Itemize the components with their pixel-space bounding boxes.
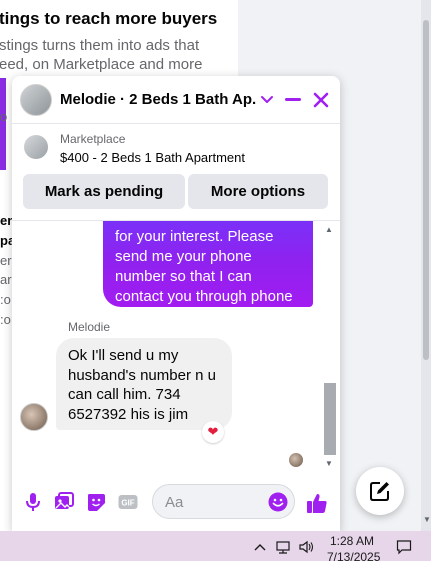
gif-icon[interactable]: GIF: [118, 492, 138, 512]
photo-icon[interactable]: [54, 492, 74, 512]
mark-as-pending-button[interactable]: Mark as pending: [23, 174, 185, 209]
listing-thumbnail[interactable]: [24, 135, 48, 159]
boost-card-line-1: stings turns them into ads that: [0, 37, 200, 54]
chevron-down-icon[interactable]: [260, 89, 274, 109]
volume-icon[interactable]: [298, 539, 314, 555]
listing-price-title[interactable]: $400 - 2 Beds 1 Bath Apartment: [60, 150, 245, 165]
bg-fragment-ar: ar: [0, 272, 12, 287]
compose-icon: [370, 482, 389, 501]
bg-fragment-co: :o: [0, 292, 11, 307]
listing-avatar[interactable]: [20, 84, 52, 116]
notifications-icon[interactable]: [396, 539, 412, 555]
thumbs-up-icon[interactable]: [306, 492, 328, 514]
scroll-down-icon[interactable]: ▼: [325, 459, 333, 468]
marketplace-label: Marketplace: [60, 132, 126, 146]
boost-card-description: stings turns them into ads that eed, on …: [0, 36, 239, 74]
minimize-icon[interactable]: [285, 98, 301, 101]
emoji-icon[interactable]: [268, 492, 288, 512]
message-composer: GIF: [12, 479, 340, 523]
new-message-button[interactable]: [356, 467, 404, 515]
messenger-chat-window: Melodie · 2 Beds 1 Bath Ap... Marketplac…: [12, 76, 340, 531]
boost-card-heading: tings to reach more buyers: [0, 9, 218, 28]
network-icon[interactable]: [275, 539, 291, 555]
message-input-box[interactable]: [152, 484, 295, 519]
bg-fragment-co-2: :o: [0, 312, 11, 327]
sender-avatar[interactable]: [20, 403, 48, 431]
taskbar: 1:28 AM 7/13/2025: [0, 531, 431, 561]
taskbar-time[interactable]: 1:28 AM: [327, 534, 377, 548]
chat-scrollbar-thumb[interactable]: [324, 383, 336, 455]
show-hidden-icons-icon[interactable]: [252, 539, 268, 555]
page-scrollbar-thumb[interactable]: [423, 20, 429, 360]
svg-text:GIF: GIF: [121, 499, 134, 508]
listing-summary[interactable]: Marketplace $400 - 2 Beds 1 Bath Apartme…: [12, 125, 340, 169]
taskbar-date[interactable]: 7/13/2025: [327, 550, 380, 561]
chat-title[interactable]: Melodie · 2 Beds 1 Bath Ap...: [60, 91, 256, 108]
boost-card-line-2: eed, on Marketplace and more: [0, 56, 203, 73]
page-scroll-down-icon[interactable]: ▼: [423, 515, 431, 524]
outgoing-message-bubble: for your interest. Please send me your p…: [103, 221, 313, 307]
heart-reaction-icon[interactable]: ❤: [202, 421, 224, 443]
seen-indicator-avatar: [289, 453, 303, 467]
chat-header[interactable]: Melodie · 2 Beds 1 Bath Ap...: [12, 76, 340, 124]
scroll-up-icon[interactable]: ▲: [325, 225, 333, 234]
close-icon[interactable]: [312, 91, 330, 109]
message-list[interactable]: for your interest. Please send me your p…: [12, 221, 340, 471]
microphone-icon[interactable]: [23, 492, 43, 512]
more-options-button[interactable]: More options: [188, 174, 328, 209]
message-input[interactable]: [165, 493, 260, 511]
incoming-message-bubble: Ok I'll send u my husband's number n u c…: [56, 338, 232, 430]
chat-scrollbar[interactable]: ▲ ▼: [322, 221, 338, 471]
bg-fragment-o: o: [0, 109, 8, 124]
bg-fragment-er: er: [0, 253, 12, 268]
sender-name: Melodie: [68, 320, 111, 334]
sticker-icon[interactable]: [86, 492, 106, 512]
